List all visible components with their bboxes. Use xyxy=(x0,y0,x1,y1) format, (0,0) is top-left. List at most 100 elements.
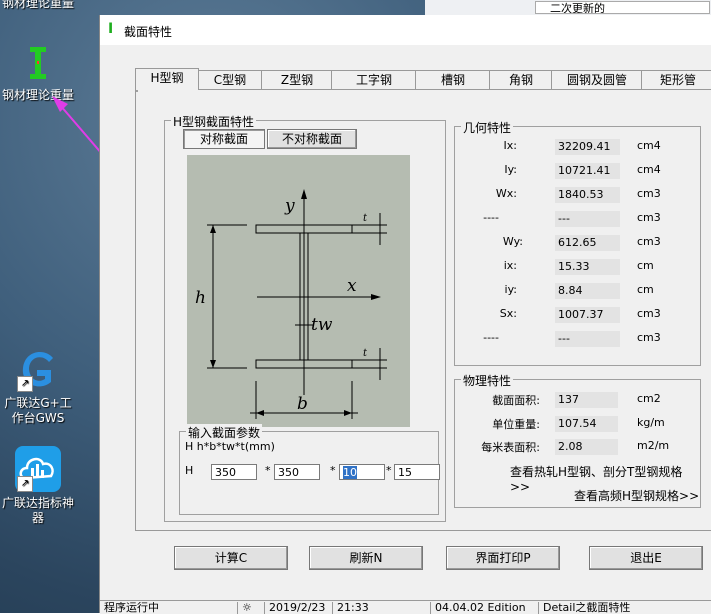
input-params-label: 输入截面参数 xyxy=(186,424,263,441)
geometry-row: Ix: 32209.41 cm4 xyxy=(455,139,700,155)
prop-name: ix: xyxy=(503,259,517,272)
prop-value: 15.33 xyxy=(555,259,620,275)
shortcut-arrow-icon: ↗ xyxy=(17,376,33,392)
input-value: 15 xyxy=(398,466,412,479)
desktop-icon-label-line2: 器 xyxy=(31,511,44,525)
print-button[interactable]: 界面打印P xyxy=(446,546,560,570)
prop-unit: cm3 xyxy=(637,307,661,320)
tab-label: 圆钢及圆管 xyxy=(566,73,627,87)
prop-unit: m2/m xyxy=(637,439,670,452)
geometry-row: Wy: 612.65 cm3 xyxy=(455,235,700,251)
shortcut-arrow-icon: ↗ xyxy=(17,476,33,492)
prop-unit: cm4 xyxy=(637,139,661,152)
status-bar: 程序运行中 ☼ 2019/2/23 21:33 04.04.02 Edition… xyxy=(100,600,711,614)
tab-h-steel[interactable]: H型钢 xyxy=(135,68,199,90)
prop-value: --- xyxy=(555,211,620,227)
section-properties-window: I 截面特性 H型钢 C型钢 Z型钢 工字钢 槽钢 角钢 圆钢及圆管 矩形管 H… xyxy=(99,15,711,614)
web-thickness-label: tw xyxy=(311,315,333,335)
times-sign: * xyxy=(265,464,271,477)
prop-name: 每米表面积: xyxy=(481,441,540,454)
calculate-button[interactable]: 计算C xyxy=(174,546,288,570)
tab-round-steel-pipe[interactable]: 圆钢及圆管 xyxy=(551,70,643,89)
y-axis-label: y xyxy=(284,196,295,216)
geometry-row: ---- --- cm3 xyxy=(455,211,700,227)
exit-button[interactable]: 退出E xyxy=(589,546,703,570)
prop-value: 1840.53 xyxy=(555,187,620,203)
section-type-prefix: H xyxy=(185,464,194,477)
tab-label: 槽钢 xyxy=(440,73,465,87)
geometry-row: Sx: 1007.37 cm3 xyxy=(455,307,700,323)
prop-unit: cm xyxy=(637,259,654,272)
title-bar[interactable]: I 截面特性 xyxy=(100,15,711,45)
h-section-group: H型钢截面特性 对称截面 不对称截面 y x h b tw t t 输入截面参数… xyxy=(164,113,446,522)
tab-label: H型钢 xyxy=(150,71,184,85)
prop-unit: cm3 xyxy=(637,235,661,248)
input-value: 350 xyxy=(278,466,299,479)
h-steel-panel: H型钢截面特性 对称截面 不对称截面 y x h b tw t t 输入截面参数… xyxy=(135,89,711,570)
h-section-group-label: H型钢截面特性 xyxy=(171,113,257,130)
status-time: 21:33 xyxy=(332,602,429,614)
physical-label: 物理特性 xyxy=(461,372,514,389)
refresh-button[interactable]: 刷新N xyxy=(309,546,423,570)
params-formula: H h*b*tw*t(mm) xyxy=(185,440,275,453)
tab-rect-tube[interactable]: 矩形管 xyxy=(641,70,711,89)
asymmetric-section-button[interactable]: 不对称截面 xyxy=(267,129,357,149)
geometry-row: Wx: 1840.53 cm3 xyxy=(455,187,700,203)
prop-name: 截面面积: xyxy=(492,394,540,407)
prop-value: 107.54 xyxy=(555,416,618,432)
tab-z-steel[interactable]: Z型钢 xyxy=(261,70,333,89)
prop-unit: cm3 xyxy=(637,187,661,200)
tab-label: C型钢 xyxy=(213,73,247,87)
desktop-icon-label-line2: 作台GWS xyxy=(11,411,65,425)
tab-label: 角钢 xyxy=(508,73,533,87)
physical-row-weight: 单位重量: 107.54 kg/m xyxy=(455,416,700,432)
prop-value: --- xyxy=(555,331,620,347)
status-edition: 04.04.02 Edition xyxy=(430,602,541,614)
times-sign: * xyxy=(330,464,336,477)
web-thickness-input[interactable]: 10 xyxy=(339,464,385,480)
tab-angle[interactable]: 角钢 xyxy=(489,70,553,89)
geometry-row: iy: 8.84 cm xyxy=(455,283,700,299)
background-window-text: 二次更新的 xyxy=(535,1,710,14)
tab-i-beam[interactable]: 工字钢 xyxy=(331,70,417,89)
width-dim-label: b xyxy=(297,394,308,414)
desktop-icon-label-line1: 广联达指标神 xyxy=(1,496,74,510)
symmetric-section-button[interactable]: 对称截面 xyxy=(183,129,265,149)
geometry-label: 几何特性 xyxy=(461,119,514,136)
prop-unit: cm xyxy=(637,283,654,296)
prop-name: ---- xyxy=(483,211,499,224)
status-sun-icon: ☼ xyxy=(237,602,266,614)
height-input[interactable]: 350 xyxy=(211,464,257,480)
prop-name: Wx: xyxy=(495,187,517,200)
prop-value: 137 xyxy=(555,392,618,408)
width-input[interactable]: 350 xyxy=(274,464,320,480)
prop-value: 8.84 xyxy=(555,283,620,299)
prop-unit: cm2 xyxy=(637,392,661,405)
tab-channel[interactable]: 槽钢 xyxy=(415,70,491,89)
prop-value: 2.08 xyxy=(555,439,618,455)
input-value: 10 xyxy=(343,466,357,479)
prop-value: 1007.37 xyxy=(555,307,620,323)
desktop-icon-glodon-gws[interactable]: ↗ 广联达G+工 作台GWS xyxy=(0,346,86,426)
physical-row-surface: 每米表面积: 2.08 m2/m xyxy=(455,439,700,455)
tab-label: 矩形管 xyxy=(659,73,696,87)
app-i-beam-icon: I xyxy=(108,21,114,37)
prop-name: iy: xyxy=(504,283,517,296)
prop-unit: cm3 xyxy=(637,211,661,224)
status-state: 程序运行中 xyxy=(104,602,159,614)
desktop-icon-label-line1: 广联达G+工 xyxy=(4,396,72,410)
physical-properties-group: 物理特性 截面面积: 137 cm2 单位重量: 107.54 kg/m 每米表… xyxy=(454,372,701,508)
tab-c-steel[interactable]: C型钢 xyxy=(197,70,263,89)
status-module: Detail之截面特性 xyxy=(538,602,673,614)
prop-unit: kg/m xyxy=(637,416,665,429)
flange-thickness-input[interactable]: 15 xyxy=(394,464,440,480)
h-section-diagram: x y x h b tw t t xyxy=(187,155,410,427)
desktop-icon-glodon-indicator[interactable]: ↗ 广联达指标神 器 xyxy=(0,446,86,526)
high-freq-spec-link[interactable]: 查看高频H型钢规格>> xyxy=(574,487,699,504)
x-axis-label: x xyxy=(347,276,357,296)
height-dim-label: h xyxy=(195,288,206,308)
prop-name: ---- xyxy=(483,331,499,344)
tab-label: 工字钢 xyxy=(355,73,392,87)
prop-name: Ix: xyxy=(503,139,517,152)
input-params-group: 输入截面参数 H h*b*tw*t(mm) H 350 * 350 * 10 *… xyxy=(179,424,440,515)
